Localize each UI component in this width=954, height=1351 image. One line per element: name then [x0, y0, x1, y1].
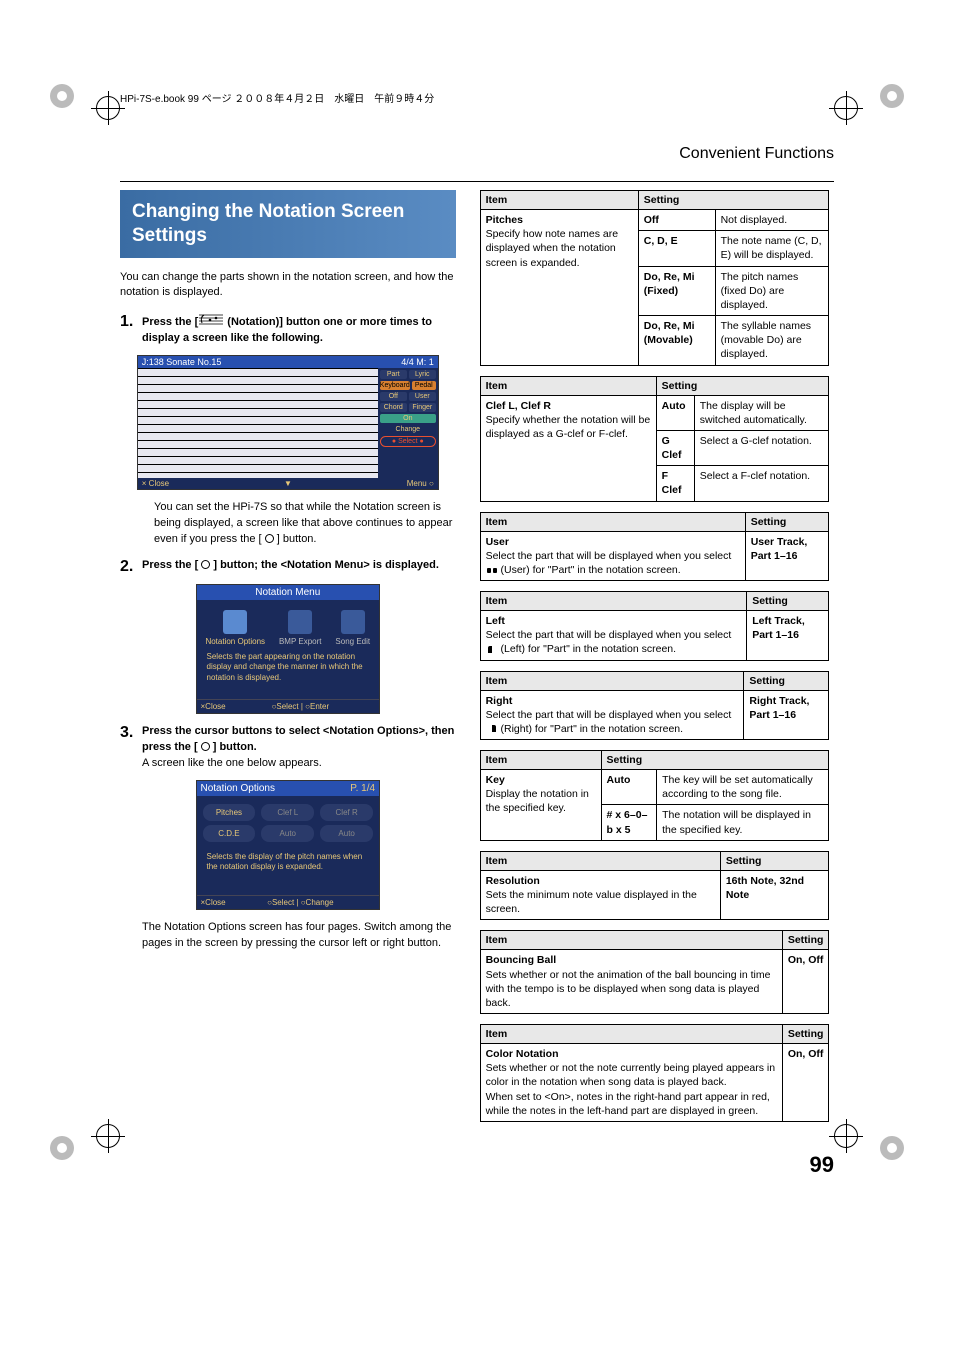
table-color-notation: ItemSetting Color NotationSets whether o… — [480, 1024, 830, 1122]
circle-button-icon — [265, 534, 274, 543]
corner-decor — [42, 1128, 82, 1168]
table-right: ItemSetting RightSelect the part that wi… — [480, 671, 830, 741]
step-3-text: Press the cursor buttons to select <Nota… — [142, 724, 456, 772]
circle-button-icon — [201, 742, 210, 751]
step-number: 3. — [120, 724, 142, 772]
book-header: HPi-7S-e.book 99 ページ ２００８年４月２日 水曜日 午前９時４… — [70, 90, 884, 105]
registration-mark — [834, 1124, 858, 1148]
step-2-text: Press the [ ] button; the <Notation Menu… — [142, 558, 439, 576]
step-3-footnote: The Notation Options screen has four pag… — [142, 920, 456, 952]
right-hand-icon — [486, 724, 498, 734]
registration-mark — [834, 96, 858, 120]
notation-icon — [198, 313, 224, 331]
screenshot-notation-options: Notation OptionsP. 1/4 PitchesClef LClef… — [196, 780, 381, 910]
user-hands-icon — [486, 565, 498, 575]
page-number: 99 — [70, 1152, 884, 1178]
registration-mark — [96, 1124, 120, 1148]
corner-decor — [42, 76, 82, 116]
registration-mark — [96, 96, 120, 120]
table-resolution: ItemSetting ResolutionSets the minimum n… — [480, 851, 830, 921]
intro-text: You can change the parts shown in the no… — [120, 270, 456, 302]
step-1-text: Press the [ (Notation)] button one or mo… — [142, 313, 456, 347]
table-key: ItemSetting KeyDisplay the notation in t… — [480, 750, 830, 841]
corner-decor — [872, 1128, 912, 1168]
table-left: ItemSetting LeftSelect the part that wil… — [480, 591, 830, 661]
left-hand-icon — [486, 645, 498, 655]
table-clef: ItemSetting Clef L, Clef RSpecify whethe… — [480, 376, 830, 502]
step-number: 1. — [120, 313, 142, 347]
step-1-note: You can set the HPi-7S so that while the… — [154, 500, 456, 548]
corner-decor — [872, 76, 912, 116]
screenshot-notation: J:138 Sonate No.154/4 M: 1 PartLyric Key… — [137, 355, 439, 490]
section-title: Changing the Notation Screen Settings — [120, 190, 456, 258]
screenshot-notation-menu: Notation Menu Notation Options BMP Expor… — [196, 584, 381, 714]
step-number: 2. — [120, 558, 142, 576]
table-user: ItemSetting UserSelect the part that wil… — [480, 512, 830, 582]
table-pitches: ItemSetting PitchesSpecify how note name… — [480, 190, 830, 366]
circle-button-icon — [201, 560, 210, 569]
table-bouncing-ball: ItemSetting Bouncing BallSets whether or… — [480, 930, 830, 1014]
breadcrumb: Convenient Functions — [70, 145, 834, 163]
header-rule — [120, 181, 834, 182]
